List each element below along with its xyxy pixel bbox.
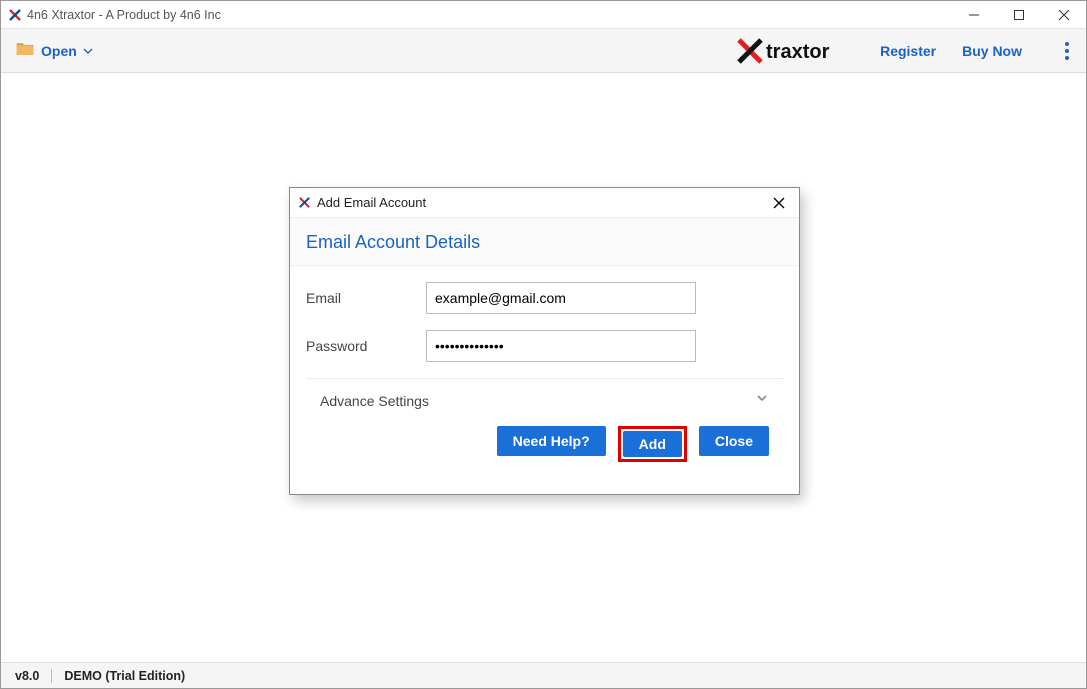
dialog-close-button[interactable] (767, 191, 791, 215)
dialog-footer: Need Help? Add Close (306, 422, 783, 476)
advance-settings-toggle[interactable]: Advance Settings (306, 378, 783, 422)
content-area: Add Email Account Email Account Details … (1, 73, 1086, 662)
chevron-down-icon (755, 391, 769, 410)
more-menu-button[interactable] (1048, 29, 1086, 73)
status-bar: v8.0 DEMO (Trial Edition) (1, 662, 1086, 688)
open-label: Open (41, 43, 77, 59)
password-input[interactable] (426, 330, 696, 362)
email-row: Email (306, 282, 783, 314)
dialog-heading: Email Account Details (290, 218, 799, 266)
add-email-account-dialog: Add Email Account Email Account Details … (289, 187, 800, 495)
app-window: 4n6 Xtraxtor - A Product by 4n6 Inc Open… (0, 0, 1087, 689)
dialog-body: Email Password Advance Settings Need Hel… (290, 266, 799, 494)
buy-now-link[interactable]: Buy Now (962, 43, 1022, 59)
password-label: Password (306, 338, 426, 354)
maximize-button[interactable] (996, 1, 1041, 29)
close-window-button[interactable] (1041, 1, 1086, 29)
window-title: 4n6 Xtraxtor - A Product by 4n6 Inc (27, 8, 951, 22)
dialog-titlebar: Add Email Account (290, 188, 799, 218)
add-button-highlight: Add (618, 426, 687, 462)
status-divider (51, 669, 52, 683)
brand-logo: traxtor (736, 36, 866, 66)
caret-down-icon (83, 43, 93, 59)
need-help-button[interactable]: Need Help? (497, 426, 606, 456)
titlebar: 4n6 Xtraxtor - A Product by 4n6 Inc (1, 1, 1086, 29)
password-row: Password (306, 330, 783, 362)
folder-icon (15, 39, 35, 62)
dialog-title: Add Email Account (317, 195, 767, 210)
email-input[interactable] (426, 282, 696, 314)
add-button[interactable]: Add (623, 431, 682, 457)
register-link[interactable]: Register (880, 43, 936, 59)
email-label: Email (306, 290, 426, 306)
status-edition: DEMO (Trial Edition) (64, 669, 185, 683)
dialog-icon (298, 196, 311, 209)
minimize-button[interactable] (951, 1, 996, 29)
status-version: v8.0 (15, 669, 39, 683)
advance-settings-label: Advance Settings (320, 393, 755, 409)
brand-area: traxtor Register Buy Now (736, 29, 1086, 73)
close-button[interactable]: Close (699, 426, 769, 456)
svg-text:traxtor: traxtor (766, 41, 830, 63)
toolbar: Open traxtor Register Buy Now (1, 29, 1086, 73)
open-menu-button[interactable]: Open (15, 39, 93, 62)
app-icon (8, 8, 22, 22)
